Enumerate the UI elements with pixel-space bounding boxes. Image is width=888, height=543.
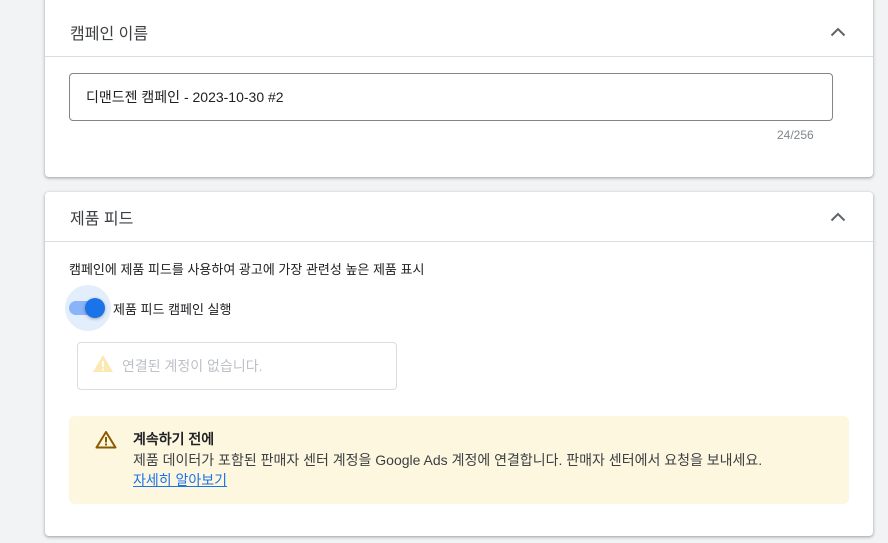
notice-banner: 계속하기 전에 제품 데이터가 포함된 판매자 센터 계정을 Google Ad… <box>69 416 849 504</box>
merchant-account-select: 연결된 계정이 없습니다. <box>77 342 397 390</box>
product-feed-card: 제품 피드 캠페인에 제품 피드를 사용하여 광고에 가장 관련성 높은 제품 … <box>45 192 873 536</box>
character-counter: 24/256 <box>777 128 814 142</box>
notice-title: 계속하기 전에 <box>133 431 215 447</box>
warning-icon <box>92 354 114 378</box>
toggle-thumb[interactable] <box>85 298 105 318</box>
product-feed-header[interactable]: 제품 피드 <box>45 192 873 242</box>
product-feed-toggle-label: 제품 피드 캠페인 실행 <box>113 301 232 317</box>
product-feed-title: 제품 피드 <box>70 210 134 228</box>
campaign-name-field[interactable] <box>69 73 833 121</box>
chevron-up-icon[interactable] <box>828 207 848 227</box>
no-account-text: 연결된 계정이 없습니다. <box>122 358 263 374</box>
chevron-up-icon[interactable] <box>828 22 848 42</box>
warning-icon <box>95 430 117 454</box>
learn-more-link[interactable]: 자세히 알아보기 <box>133 470 227 490</box>
product-feed-toggle[interactable] <box>65 285 111 331</box>
campaign-name-header[interactable]: 캠페인 이름 <box>45 0 873 57</box>
product-feed-description: 캠페인에 제품 피드를 사용하여 광고에 가장 관련성 높은 제품 표시 <box>69 262 425 277</box>
campaign-name-title: 캠페인 이름 <box>70 25 149 43</box>
product-feed-toggle-row: 제품 피드 캠페인 실행 <box>65 285 232 331</box>
campaign-name-card: 캠페인 이름 24/256 <box>45 0 873 177</box>
notice-body: 제품 데이터가 포함된 판매자 센터 계정을 Google Ads 계정에 연결… <box>133 452 763 468</box>
campaign-name-input[interactable] <box>86 89 816 105</box>
